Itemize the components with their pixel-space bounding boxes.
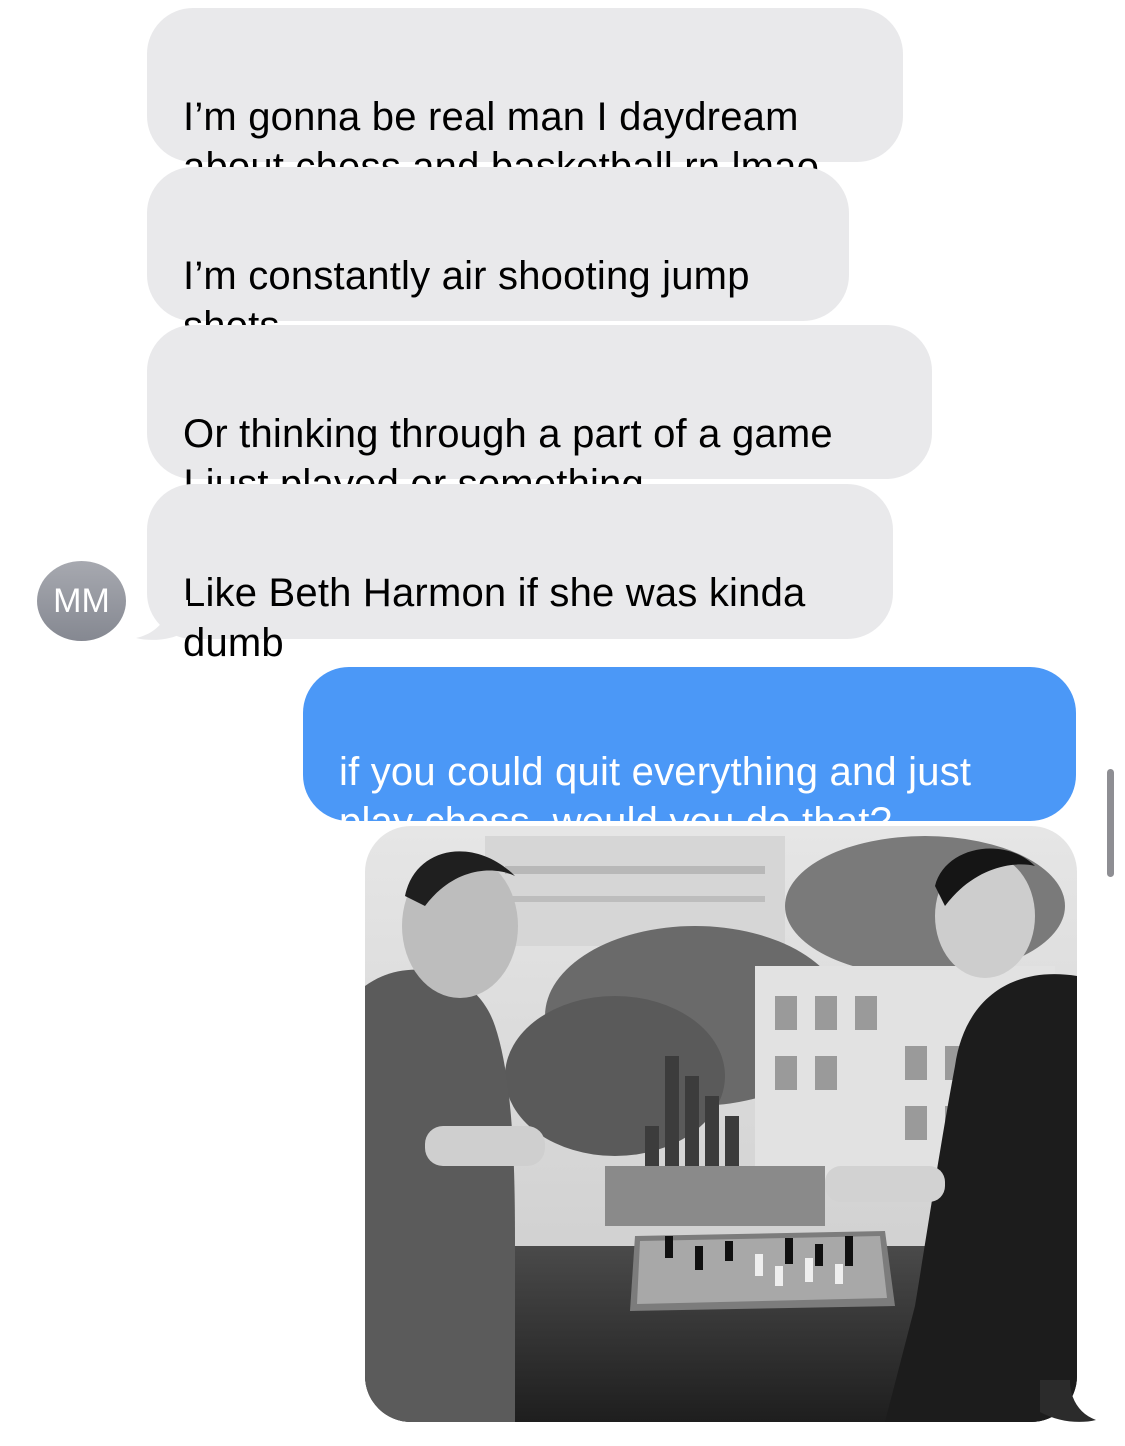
photo-attachment[interactable] — [365, 826, 1077, 1422]
outgoing-bubble-tail — [1040, 1380, 1096, 1422]
avatar-initials: MM — [53, 581, 110, 620]
incoming-message-bubble[interactable]: I’m constantly air shooting jump shots — [147, 167, 849, 348]
incoming-message-bubble[interactable]: I’m gonna be real man I daydream about c… — [147, 8, 903, 189]
incoming-bubble-tail — [136, 600, 188, 640]
incoming-message-bubble[interactable]: Like Beth Harmon if she was kinda dumb — [147, 484, 893, 665]
scroll-indicator[interactable] — [1107, 769, 1114, 877]
incoming-message-bubble[interactable]: Or thinking through a part of a game I j… — [147, 325, 932, 506]
outgoing-message-bubble[interactable]: if you could quit everything and just pl… — [303, 667, 1076, 844]
message-text: Like Beth Harmon if she was kinda dumb — [183, 571, 806, 665]
chess-photo-illustration — [365, 826, 1077, 1422]
contact-avatar[interactable]: MM — [37, 561, 126, 641]
